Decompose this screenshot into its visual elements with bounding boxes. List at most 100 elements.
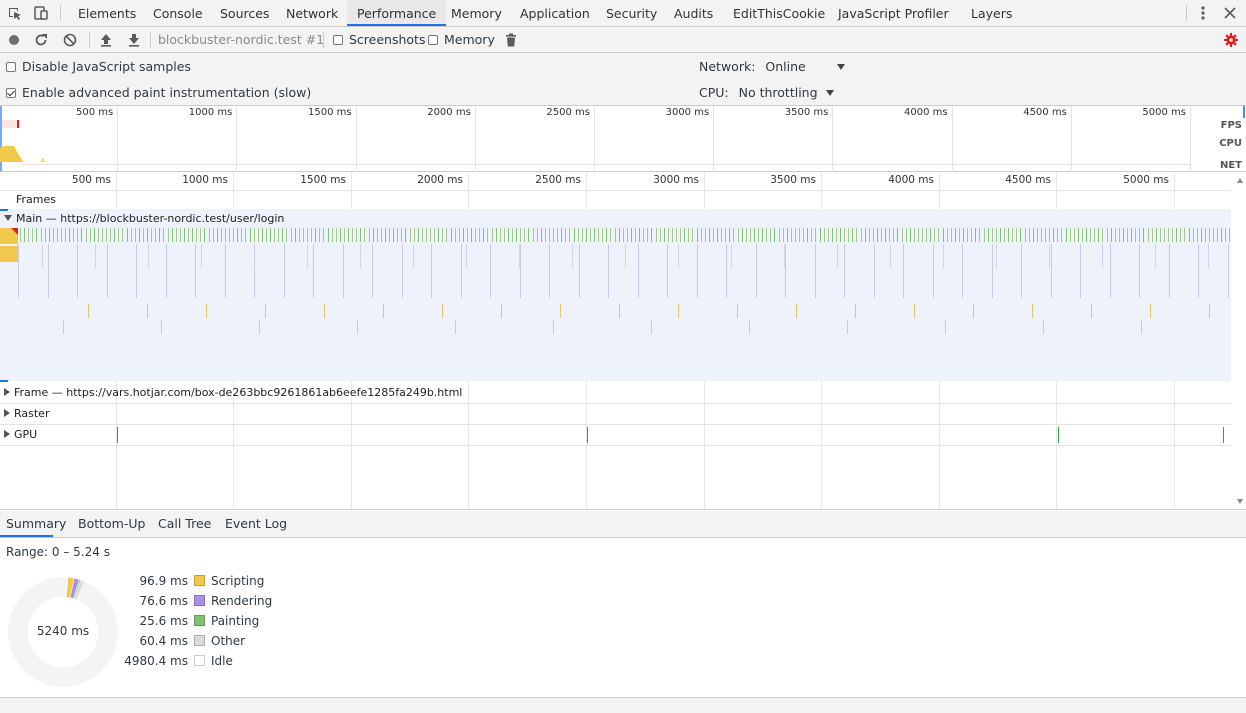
main-task-tick <box>680 228 681 242</box>
track-raster[interactable]: Raster <box>0 404 1231 425</box>
device-toolbar-icon[interactable] <box>33 5 49 24</box>
timeline-tick-label: 4000 ms <box>888 174 934 186</box>
main-task-tick <box>1107 228 1108 242</box>
tab-javascript-profiler[interactable]: JavaScript Profiler <box>838 0 949 26</box>
main-scripting-tick <box>88 304 89 318</box>
tab-memory[interactable]: Memory <box>451 0 502 26</box>
disable-js-samples-box[interactable] <box>6 62 16 72</box>
main-task-tick <box>1102 228 1103 242</box>
main-task-tick <box>258 228 259 242</box>
expand-arrow-icon[interactable] <box>4 215 12 221</box>
main-task-tick <box>1168 228 1169 242</box>
tab-summary[interactable]: Summary <box>0 511 66 537</box>
legend-swatch <box>194 575 205 586</box>
load-profile-icon[interactable] <box>100 33 112 50</box>
garbage-collect-icon[interactable] <box>505 33 517 50</box>
scroll-up-icon[interactable] <box>1237 178 1243 183</box>
legend-row-painting: 25.6 ms Painting <box>120 611 260 631</box>
main-subtask-tick <box>42 244 43 268</box>
recording-select[interactable]: blockbuster-nordic.test #1 <box>158 27 343 53</box>
tab-network[interactable]: Network <box>286 0 338 26</box>
screenshots-checkbox-box[interactable] <box>333 35 343 45</box>
tab-call-tree[interactable]: Call Tree <box>158 511 211 537</box>
overview-window-right-edge[interactable] <box>1243 106 1245 118</box>
reload-record-icon[interactable] <box>34 33 48 50</box>
overview-tick-label: 5000 ms <box>1142 107 1186 118</box>
record-icon[interactable] <box>8 34 20 49</box>
tab-bottom-up[interactable]: Bottom-Up <box>78 511 145 537</box>
memory-checkbox-box[interactable] <box>428 35 438 45</box>
main-task-tick <box>856 228 857 242</box>
cpu-lane-label: CPU <box>1219 138 1242 149</box>
disable-js-samples-checkbox[interactable]: Disable JavaScript samples <box>6 54 191 80</box>
cpu-select[interactable]: No throttling <box>739 85 834 100</box>
expand-arrow-icon[interactable] <box>4 409 10 417</box>
main-subtask-tick <box>890 244 891 268</box>
fps-lane-label: FPS <box>1220 120 1242 131</box>
main-subtask-tick <box>933 244 934 298</box>
main-task-tick <box>61 228 62 242</box>
tab-event-log[interactable]: Event Log <box>225 511 287 537</box>
inspect-element-icon[interactable] <box>7 6 23 25</box>
tab-security[interactable]: Security <box>606 0 657 26</box>
tab-elements[interactable]: Elements <box>78 0 136 26</box>
main-subtask-tick <box>201 244 202 268</box>
memory-checkbox[interactable]: Memory <box>428 27 495 53</box>
tab-application[interactable]: Application <box>520 0 590 26</box>
more-options-icon[interactable] <box>1198 5 1208 24</box>
save-profile-icon[interactable] <box>128 33 140 50</box>
main-task-tick <box>848 228 849 242</box>
clear-icon[interactable] <box>63 33 77 50</box>
main-task-tick <box>697 228 698 242</box>
main-task-tick <box>1152 228 1153 242</box>
main-task-tick <box>36 228 37 242</box>
close-icon[interactable] <box>1224 7 1236 22</box>
screenshots-checkbox[interactable]: Screenshots <box>333 27 425 53</box>
advanced-paint-checkbox[interactable]: Enable advanced paint instrumentation (s… <box>6 80 311 106</box>
expand-arrow-icon[interactable] <box>4 388 10 396</box>
track-frames[interactable]: Frames <box>0 192 1246 210</box>
main-task-tick <box>656 228 657 242</box>
main-task-tick <box>1086 228 1087 242</box>
main-task-tick <box>779 228 780 242</box>
main-task-tick <box>397 228 398 242</box>
main-scripting-tick <box>855 304 856 318</box>
main-subtask-tick <box>1155 244 1156 268</box>
main-task-tick <box>1131 228 1132 242</box>
tab-audits[interactable]: Audits <box>674 0 713 26</box>
main-task-tick <box>143 228 144 242</box>
main-task-tick <box>1148 228 1149 242</box>
tab-editthiscookie[interactable]: EditThisCookie <box>733 0 825 26</box>
main-task-tick <box>172 228 173 242</box>
main-subtask-tick <box>1208 244 1209 268</box>
timeline-overview[interactable]: FPS CPU NET 500 ms 1000 ms 1500 ms 2000 ms 2… <box>0 106 1246 172</box>
tab-sources[interactable]: Sources <box>220 0 269 26</box>
timeline-scrollbar[interactable] <box>1235 172 1246 509</box>
tab-console[interactable]: Console <box>153 0 203 26</box>
main-subtask-tick <box>1051 244 1052 298</box>
tab-performance[interactable]: Performance <box>347 0 447 26</box>
capture-settings-gear-icon[interactable] <box>1224 33 1238 50</box>
main-subtask-tick <box>945 320 946 334</box>
main-subtask-tick <box>520 244 521 298</box>
main-task-tick <box>787 228 788 242</box>
main-task-tick <box>73 228 74 242</box>
tab-layers[interactable]: Layers <box>971 0 1012 26</box>
track-main[interactable]: Main — https://blockbuster-nordic.test/u… <box>0 211 1231 227</box>
main-task-tick <box>28 228 29 242</box>
main-task-tick <box>159 228 160 242</box>
main-task-tick <box>57 228 58 242</box>
network-select[interactable]: Online <box>765 59 845 74</box>
flame-chart[interactable]: Frames Main — https://blockbuster-nordic… <box>0 172 1246 510</box>
overview-tick-label: 500 ms <box>75 107 114 118</box>
main-subtask-tick <box>549 244 550 298</box>
main-subtask-tick <box>756 244 757 298</box>
track-frame[interactable]: Frame — https://vars.hotjar.com/box-de26… <box>0 383 1231 404</box>
advanced-paint-box[interactable] <box>6 88 16 98</box>
main-task-tick <box>1172 228 1173 242</box>
scroll-down-icon[interactable] <box>1237 499 1243 504</box>
main-task-tick <box>902 228 903 242</box>
main-task-tick <box>619 228 620 242</box>
main-task-tick <box>282 228 283 242</box>
main-task-tick <box>746 228 747 242</box>
